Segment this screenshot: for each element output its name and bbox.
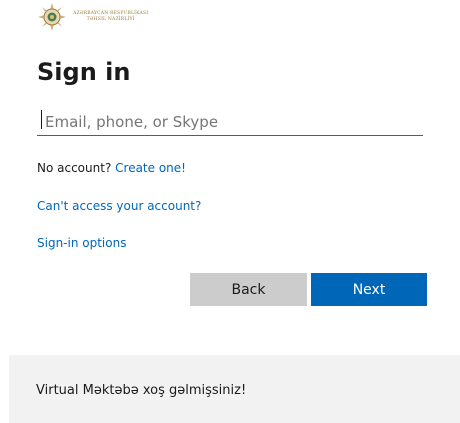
organization-logo: AZƏRBAYCAN RESPUBLİKASI TƏHSİL NAZİRLİYİ — [37, 0, 197, 34]
cant-access-link[interactable]: Can't access your account? — [37, 199, 201, 213]
back-button[interactable]: Back — [190, 273, 307, 306]
email-field[interactable] — [37, 109, 423, 136]
cant-access-row: Can't access your account? — [37, 199, 201, 213]
signin-options-row: Sign-in options — [37, 236, 126, 250]
emblem-icon — [38, 3, 66, 31]
no-account-row: No account? Create one! — [37, 161, 186, 175]
footer-text: Virtual Məktəbə xoş gəlmişsiniz! — [36, 383, 247, 398]
no-account-text: No account? — [37, 161, 112, 175]
create-account-link[interactable]: Create one! — [115, 161, 186, 175]
next-button[interactable]: Next — [311, 273, 427, 306]
text-cursor — [41, 110, 42, 129]
logo-line-2: TƏHSİL NAZİRLİYİ — [86, 17, 135, 22]
footer-banner: Virtual Məktəbə xoş gəlmişsiniz! — [9, 355, 460, 423]
signin-options-link[interactable]: Sign-in options — [37, 236, 126, 250]
page-title: Sign in — [37, 58, 131, 86]
